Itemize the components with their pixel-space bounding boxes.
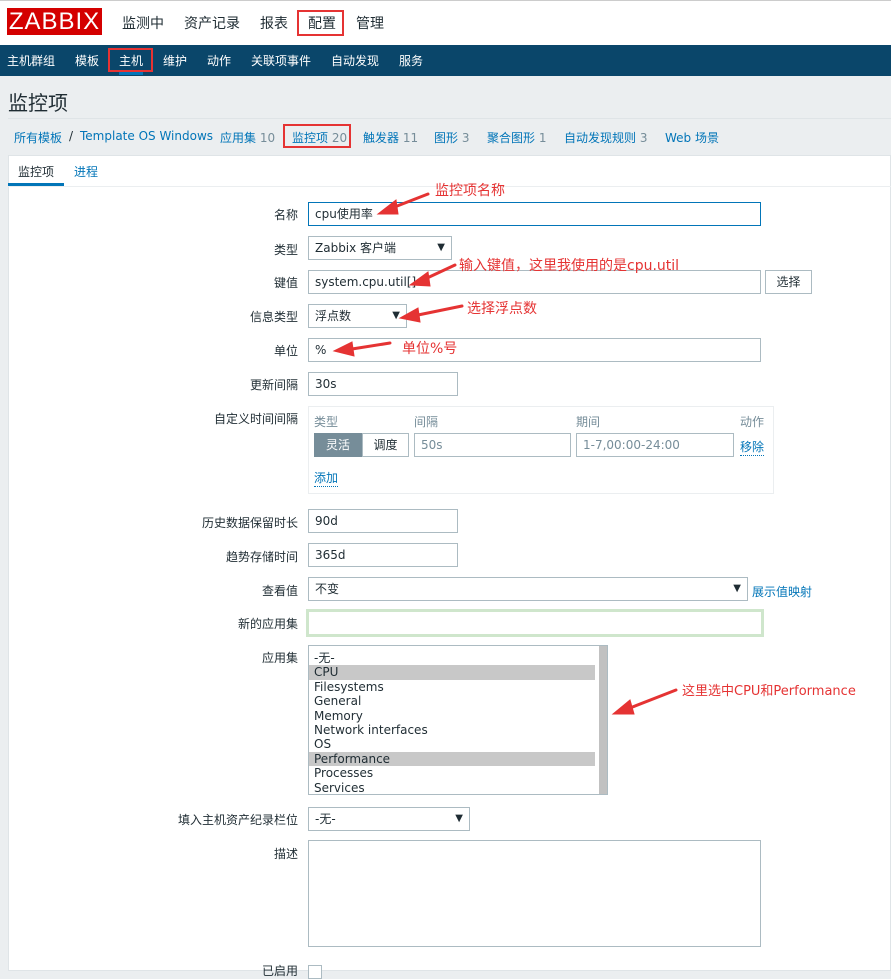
annotation-applications: 这里选中CPU和Performance <box>682 684 856 699</box>
arrow-name <box>390 192 430 210</box>
annotation-units: 单位%号 <box>402 341 458 357</box>
annotation-name: 监控项名称 <box>435 183 505 199</box>
annotation-info-type: 选择浮点数 <box>467 301 537 317</box>
arrow-applications <box>628 688 678 710</box>
annotation-key: 输入键值，这里我使用的是cpu.util <box>459 258 680 274</box>
arrow-units <box>350 341 392 351</box>
arrow-key <box>423 263 457 281</box>
annotation-arrows <box>332 192 678 715</box>
arrow-info-type <box>416 304 464 317</box>
